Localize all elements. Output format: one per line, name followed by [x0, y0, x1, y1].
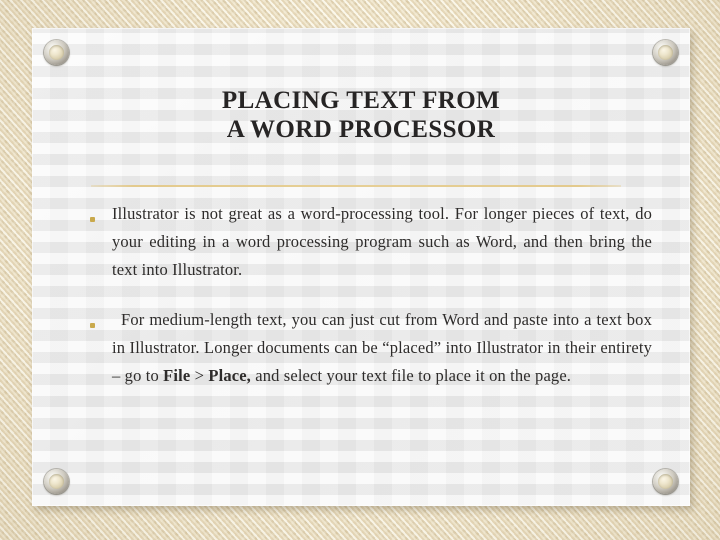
bullet-2-text-part-2: and select your text file to place it on… — [250, 366, 572, 385]
bullet-paragraph-1: Illustrator is not great as a word-proce… — [112, 204, 652, 279]
screw-rivet-bottom-left-icon — [44, 469, 69, 494]
slide-title-line-2: A WORD PROCESSOR — [226, 116, 496, 143]
bullet-dot-icon — [90, 200, 112, 227]
bullet-2-emphasis-place: Place, — [208, 366, 251, 385]
bullet-2-separator: > — [190, 366, 209, 385]
slide-title-line-1: PLACING TEXT FROM — [221, 87, 501, 114]
gold-divider-rule — [91, 185, 621, 187]
slide-title: PLACING TEXT FROM A WORD PROCESSOR — [32, 86, 690, 144]
slide-body: Illustrator is not great as a word-proce… — [90, 200, 652, 412]
slide-board: PLACING TEXT FROM A WORD PROCESSOR Illus… — [32, 28, 690, 506]
list-item: For medium-length text, you can just cut… — [90, 306, 652, 390]
screw-rivet-bottom-right-icon — [653, 469, 678, 494]
bullet-2-emphasis-file: File — [163, 366, 191, 385]
screw-rivet-top-right-icon — [653, 40, 678, 65]
bullet-dot-icon — [90, 306, 112, 333]
list-item: Illustrator is not great as a word-proce… — [90, 200, 652, 284]
bullet-paragraph-2: For medium-length text, you can just cut… — [112, 306, 652, 390]
screw-rivet-top-left-icon — [44, 40, 69, 65]
